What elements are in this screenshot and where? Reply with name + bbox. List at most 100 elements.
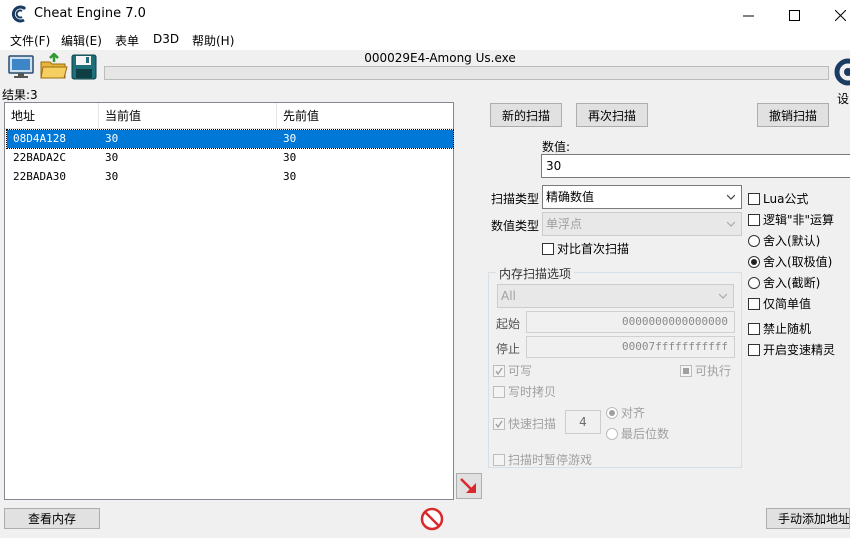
value-label: 数值: <box>542 140 571 154</box>
row-current-value: 30 <box>105 132 119 145</box>
speedhack-label: 开启变速精灵 <box>763 343 836 357</box>
table-row[interactable]: 22BADA2C 30 30 <box>7 149 453 167</box>
fast-scan-label: 快速扫描 <box>508 417 557 431</box>
minimize-icon <box>742 15 754 16</box>
window-title: Cheat Engine 7.0 <box>34 6 146 21</box>
start-address-label: 起始 <box>496 317 521 331</box>
not-logic-checkbox[interactable]: 逻辑"非"运算 <box>748 211 834 228</box>
results-count: 结果:3 <box>2 88 38 102</box>
start-address-input[interactable]: 0000000000000000 <box>526 311 735 333</box>
no-entry-icon[interactable] <box>420 507 444 531</box>
close-icon <box>834 9 846 21</box>
align-label: 对齐 <box>621 406 646 420</box>
no-random-label: 禁止随机 <box>763 322 812 336</box>
open-folder-icon <box>40 52 68 79</box>
column-current-value[interactable]: 当前值 <box>99 103 277 129</box>
close-button[interactable] <box>817 0 850 30</box>
add-to-list-button[interactable] <box>456 473 482 499</box>
red-arrow-down-right-icon <box>460 478 476 493</box>
settings-label[interactable]: 设 <box>837 90 849 107</box>
value-type-value: 单浮点 <box>546 217 583 231</box>
memory-region-select[interactable]: All <box>497 284 734 308</box>
pause-game-label: 扫描时暂停游戏 <box>508 453 593 467</box>
compare-first-scan-checkbox[interactable]: 对比首次扫描 <box>542 240 629 257</box>
row-address: 22BADA2C <box>13 151 66 164</box>
cheat-engine-logo-icon <box>11 5 26 23</box>
checkbox-box <box>493 453 505 466</box>
fast-scan-checkbox[interactable]: 快速扫描 <box>493 415 556 432</box>
menu-help[interactable]: 帮助(H) <box>192 32 234 49</box>
stop-address-input[interactable]: 00007fffffffffff <box>526 336 735 358</box>
settings-logo-icon[interactable] <box>834 52 850 88</box>
table-row[interactable]: 22BADA30 30 30 <box>7 168 453 186</box>
memory-scan-options-title: 内存扫描选项 <box>496 265 575 282</box>
writable-label: 可写 <box>508 364 533 378</box>
checkbox-box <box>680 364 692 377</box>
checkbox-box <box>493 385 505 398</box>
no-random-checkbox[interactable]: 禁止随机 <box>748 320 811 337</box>
column-previous-value[interactable]: 先前值 <box>277 103 453 129</box>
scan-progress-bar <box>104 66 829 80</box>
radio-circle <box>606 427 618 440</box>
check-icon <box>495 367 503 375</box>
open-process-button[interactable] <box>6 53 36 81</box>
last-digits-radio[interactable]: 最后位数 <box>606 425 669 442</box>
value-type-select[interactable]: 单浮点 <box>542 212 742 236</box>
next-scan-button[interactable]: 再次扫描 <box>576 103 648 127</box>
pause-game-checkbox[interactable]: 扫描时暂停游戏 <box>493 451 592 468</box>
scan-type-select[interactable]: 精确数值 <box>542 185 742 209</box>
indeterminate-mark <box>683 367 689 374</box>
menu-edit[interactable]: 编辑(E) <box>61 32 102 49</box>
scan-type-value: 精确数值 <box>546 190 595 204</box>
fast-scan-digits-input[interactable]: 4 <box>565 410 601 434</box>
menu-table[interactable]: 表单 <box>115 32 139 49</box>
maximize-button[interactable] <box>771 0 817 30</box>
chevron-down-icon <box>719 293 727 299</box>
stop-address-label: 停止 <box>496 342 521 356</box>
minimize-button[interactable] <box>725 0 771 30</box>
process-name-label: 000029E4-Among Us.exe <box>364 51 516 65</box>
list-header: 地址 当前值 先前值 <box>5 103 453 129</box>
column-address[interactable]: 地址 <box>5 103 99 129</box>
copy-on-write-checkbox[interactable]: 写时拷贝 <box>493 383 556 400</box>
radio-circle <box>748 255 760 268</box>
round-extreme-radio[interactable]: 舍入(取极值) <box>748 253 832 270</box>
checkbox-box <box>542 242 554 255</box>
checkbox-box <box>748 322 760 335</box>
writable-checkbox[interactable]: 可写 <box>493 362 532 379</box>
checkbox-box <box>493 364 505 377</box>
value-type-label: 数值类型 <box>491 219 540 233</box>
new-scan-button[interactable]: 新的扫描 <box>490 103 562 127</box>
speedhack-checkbox[interactable]: 开启变速精灵 <box>748 341 835 358</box>
checkbox-box <box>748 192 760 205</box>
lua-formula-checkbox[interactable]: Lua公式 <box>748 190 808 207</box>
menu-d3d[interactable]: D3D <box>153 32 179 46</box>
save-button[interactable] <box>70 53 100 81</box>
radio-circle <box>748 276 760 289</box>
table-row[interactable]: 08D4A128 30 30 <box>6 129 454 149</box>
row-previous-value: 30 <box>283 132 297 145</box>
results-list[interactable]: 地址 当前值 先前值 08D4A128 30 30 22BADA2C 30 30… <box>4 102 454 500</box>
truncate-radio[interactable]: 舍入(截断) <box>748 274 820 291</box>
menu-bar: 文件(F) 编辑(E) 表单 D3D 帮助(H) <box>0 30 850 50</box>
check-icon <box>495 420 503 428</box>
simple-values-checkbox[interactable]: 仅简单值 <box>748 295 811 312</box>
undo-scan-button[interactable]: 撤销扫描 <box>757 103 829 127</box>
radio-circle <box>606 406 618 419</box>
checkbox-box <box>493 417 505 430</box>
executable-checkbox[interactable]: 可执行 <box>680 362 731 379</box>
row-current-value: 30 <box>105 170 119 183</box>
align-radio[interactable]: 对齐 <box>606 404 645 421</box>
add-address-manually-button[interactable]: 手动添加地址 <box>766 508 850 529</box>
scan-type-label: 扫描类型 <box>491 192 540 206</box>
round-default-radio[interactable]: 舍入(默认) <box>748 232 820 249</box>
chevron-down-icon <box>727 194 735 200</box>
checkbox-box <box>748 343 760 356</box>
open-file-button[interactable] <box>39 52 69 81</box>
value-input[interactable] <box>541 154 850 178</box>
view-memory-button[interactable]: 查看内存 <box>4 508 100 529</box>
menu-file[interactable]: 文件(F) <box>10 32 50 49</box>
row-address: 22BADA30 <box>13 170 66 183</box>
copy-on-write-label: 写时拷贝 <box>508 385 557 399</box>
radio-circle <box>748 234 760 247</box>
